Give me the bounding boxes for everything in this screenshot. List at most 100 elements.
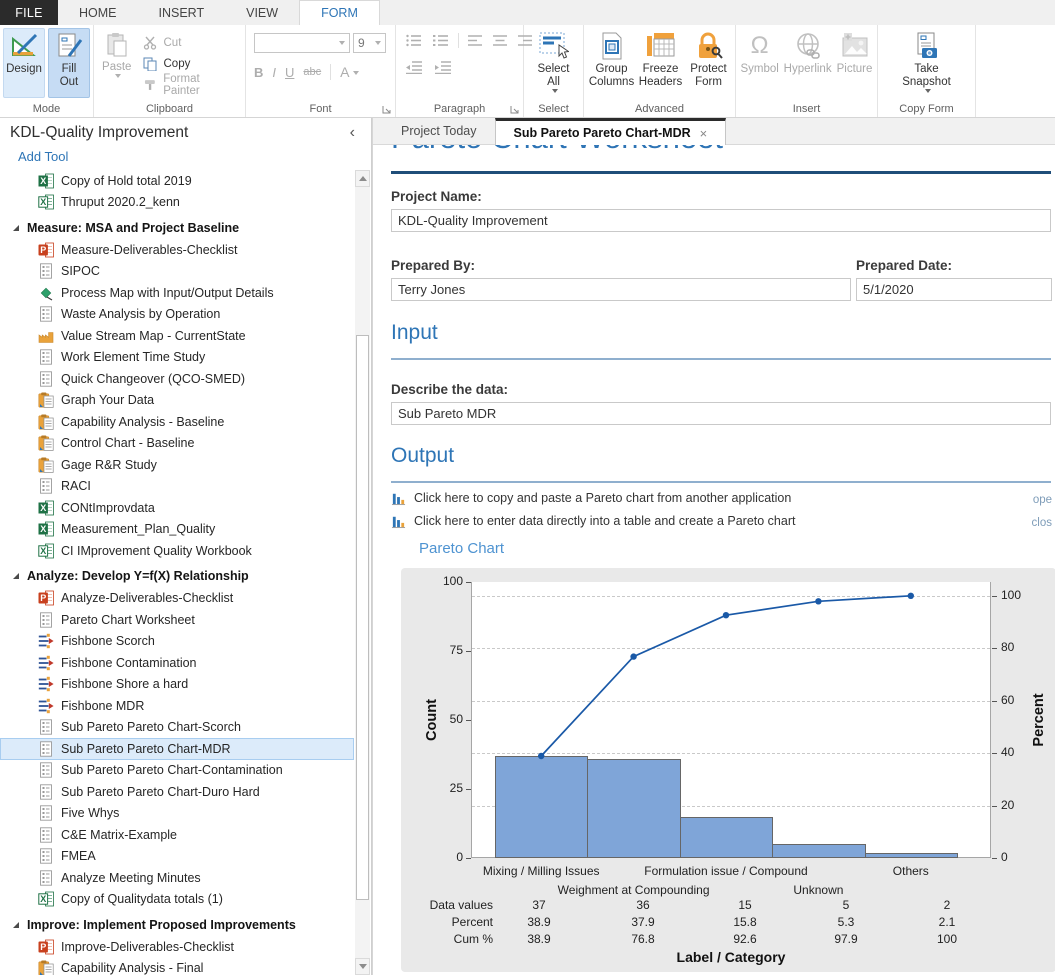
excel2-icon: X (38, 194, 54, 210)
symbol-button[interactable]: Ω Symbol (738, 28, 782, 98)
sidebar-scrollbar[interactable] (355, 170, 370, 975)
scrollbar-thumb[interactable] (356, 335, 369, 900)
hyperlink-button[interactable]: Hyperlink (782, 28, 834, 98)
describe-data-input[interactable] (391, 402, 1051, 425)
tab-form[interactable]: FORM (299, 0, 380, 25)
font-name-combo[interactable] (254, 33, 350, 53)
tree-item[interactable]: Fishbone Shore a hard (0, 674, 354, 696)
tree-item[interactable]: Quick Changeover (QCO-SMED) (0, 368, 354, 390)
collapse-sidebar-icon[interactable]: ‹ (344, 125, 361, 141)
tree-item[interactable]: Gage R&R Study (0, 454, 354, 476)
tree-item[interactable]: XThruput 2020.2_kenn (0, 192, 354, 214)
scroll-down-button[interactable] (355, 958, 370, 975)
project-name-input[interactable] (391, 209, 1051, 232)
tree-item[interactable]: Sub Pareto Pareto Chart-Contamination (0, 760, 354, 782)
tree-item[interactable]: Value Stream Map - CurrentState (0, 325, 354, 347)
tree-item[interactable]: PAnalyze-Deliverables-Checklist (0, 588, 354, 610)
page-title: Pareto Chart Worksheet (391, 145, 723, 156)
tab-sub-pareto-mdr[interactable]: Sub Pareto Pareto Chart-MDR × (495, 118, 727, 145)
tree-item[interactable]: PImprove-Deliverables-Checklist (0, 936, 354, 958)
tree-item-selected[interactable]: Sub Pareto Pareto Chart-MDR (0, 738, 354, 760)
numbered-list-icon[interactable] (433, 34, 449, 47)
tree-item[interactable]: Graph Your Data (0, 390, 354, 412)
protect-form-button[interactable]: Protect Form (686, 28, 732, 98)
font-dialog-launcher-icon[interactable] (382, 105, 392, 115)
percent-tick-label: 0 (1001, 850, 1008, 864)
tree-item[interactable]: Sub Pareto Pareto Chart-Duro Hard (0, 781, 354, 803)
align-left-icon[interactable] (468, 34, 482, 47)
tab-view[interactable]: VIEW (225, 0, 299, 25)
freeze-headers-button[interactable]: Freeze Headers (636, 28, 686, 98)
add-tool-link[interactable]: Add Tool (18, 149, 68, 164)
design-button[interactable]: Design (3, 28, 45, 98)
scroll-up-button[interactable] (355, 170, 370, 187)
tree-item[interactable]: Capability Analysis - Final (0, 958, 354, 975)
tree-item[interactable]: Fishbone Contamination (0, 652, 354, 674)
title-rule (391, 171, 1051, 174)
tab-home[interactable]: HOME (58, 0, 138, 25)
take-snapshot-button[interactable]: Take Snapshot (895, 28, 959, 98)
group-columns-button[interactable]: Group Columns (588, 28, 636, 98)
tree-item[interactable]: RACI (0, 476, 354, 498)
tree-section[interactable]: Improve: Implement Proposed Improvements (0, 913, 354, 936)
tree-item[interactable]: Five Whys (0, 803, 354, 825)
tab-project-today[interactable]: Project Today (383, 118, 495, 144)
tree-item[interactable]: Capability Analysis - Baseline (0, 411, 354, 433)
increase-indent-icon[interactable] (435, 61, 452, 74)
italic-button[interactable]: I (272, 65, 276, 80)
tree-item[interactable]: Control Chart - Baseline (0, 433, 354, 455)
tree-item[interactable]: Sub Pareto Pareto Chart-Scorch (0, 717, 354, 739)
cut-button[interactable]: Cut (137, 32, 243, 53)
decrease-indent-icon[interactable] (406, 61, 423, 74)
enter-data-link[interactable]: Click here to enter data directly into a… (391, 513, 795, 529)
font-size-combo[interactable]: 9 (353, 33, 386, 53)
tree-item[interactable]: Fishbone MDR (0, 695, 354, 717)
prepared-date-input[interactable] (856, 278, 1052, 301)
tree-item[interactable]: Process Map with Input/Output Details (0, 282, 354, 304)
tree-item[interactable]: FMEA (0, 846, 354, 868)
align-center-icon[interactable] (493, 34, 507, 47)
tree-item[interactable]: XMeasurement_Plan_Quality (0, 519, 354, 541)
font-color-button[interactable]: A (340, 64, 358, 80)
project-name-label: Project Name: (391, 189, 482, 204)
tree-item[interactable]: XCONtImprovdata (0, 497, 354, 519)
open-link[interactable]: ope (1033, 494, 1052, 506)
tree-item[interactable]: XCI IMprovement Quality Workbook (0, 540, 354, 562)
select-all-button[interactable]: Select All (528, 28, 580, 98)
svg-text:P: P (40, 942, 46, 952)
picture-button[interactable]: Picture (834, 28, 876, 98)
tab-insert[interactable]: INSERT (138, 0, 226, 25)
collapse-triangle-icon (13, 922, 19, 928)
copy-paste-pareto-link[interactable]: Click here to copy and paste a Pareto ch… (391, 490, 791, 506)
excel-icon: X (38, 173, 54, 189)
bullet-list-icon[interactable] (406, 34, 422, 47)
paragraph-dialog-launcher-icon[interactable] (510, 105, 520, 115)
tree-item[interactable]: Waste Analysis by Operation (0, 304, 354, 326)
copy-button[interactable]: Copy (137, 53, 243, 74)
strikethrough-button[interactable]: abc (303, 66, 321, 78)
close-link[interactable]: clos (1032, 517, 1052, 529)
tree-item[interactable]: Pareto Chart Worksheet (0, 609, 354, 631)
prepared-by-input[interactable] (391, 278, 851, 301)
tree-section[interactable]: Measure: MSA and Project Baseline (0, 216, 354, 239)
tree-section[interactable]: Analyze: Develop Y=f(X) Relationship (0, 565, 354, 588)
tree-item[interactable]: PMeasure-Deliverables-Checklist (0, 239, 354, 261)
tree-item[interactable]: Fishbone Scorch (0, 631, 354, 653)
tree-item[interactable]: XCopy of Qualitydata totals (1) (0, 889, 354, 911)
bold-button[interactable]: B (254, 65, 263, 80)
tree-item[interactable]: C&E Matrix-Example (0, 824, 354, 846)
font-size-caret (375, 41, 381, 45)
underline-button[interactable]: U (285, 65, 294, 80)
paste-button[interactable]: Paste (97, 28, 137, 98)
close-tab-icon[interactable]: × (700, 126, 708, 141)
diamond-icon (38, 285, 54, 301)
tree-item[interactable]: XCopy of Hold total 2019 (0, 170, 354, 192)
tab-file[interactable]: FILE (0, 0, 58, 25)
form-icon (38, 848, 54, 864)
svg-text:X: X (40, 894, 46, 904)
fill-out-button[interactable]: Fill Out (48, 28, 90, 98)
format-painter-button[interactable]: Format Painter (137, 74, 243, 95)
tree-item[interactable]: SIPOC (0, 261, 354, 283)
tree-item[interactable]: Analyze Meeting Minutes (0, 867, 354, 889)
tree-item[interactable]: Work Element Time Study (0, 347, 354, 369)
